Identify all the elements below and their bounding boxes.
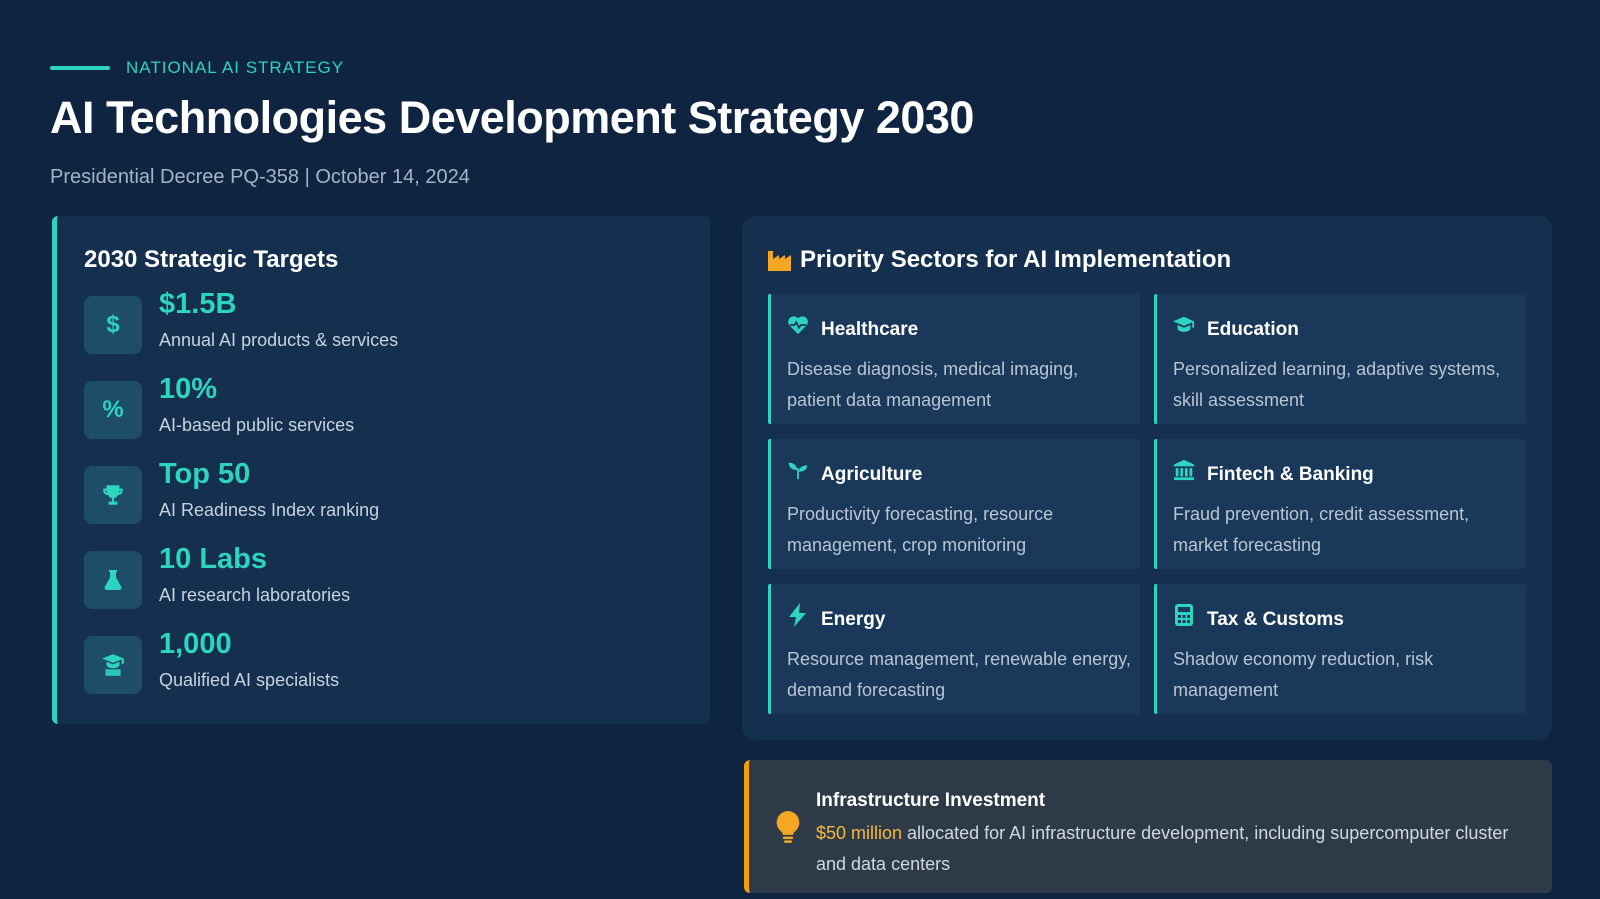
infrastructure-investment-card: Infrastructure Investment $50 million al…: [744, 760, 1552, 893]
priority-sectors-card: Priority Sectors for AI Implementation H…: [742, 216, 1552, 740]
lightbulb-icon: [776, 811, 800, 843]
trophy-icon: [84, 466, 142, 524]
bolt-icon: [787, 603, 809, 627]
target-value: Top 50: [159, 458, 251, 490]
sector-card-education: Education Personalized learning, adaptiv…: [1154, 294, 1526, 424]
sector-description: Disease diagnosis, medical imaging, pati…: [787, 359, 1079, 410]
heart-pulse-icon: [787, 314, 809, 336]
sector-description: Productivity forecasting, resource manag…: [787, 504, 1054, 555]
flask-icon: [84, 551, 142, 609]
page-title: AI Technologies Development Strategy 203…: [50, 92, 974, 143]
infrastructure-text: allocated for AI infrastructure developm…: [816, 823, 1509, 874]
sector-name: Education: [1207, 319, 1299, 340]
industry-icon: [768, 251, 791, 271]
sector-card-tax: Tax & Customs Shadow economy reduction, …: [1154, 584, 1526, 714]
sector-name: Agriculture: [821, 464, 923, 485]
investment-amount: $50 million: [816, 823, 903, 843]
target-label: Annual AI products & services: [159, 330, 399, 350]
target-item-ranking: Top 50 AI Readiness Index ranking: [84, 458, 684, 534]
strategic-targets-card: 2030 Strategic Targets $ $1.5B Annual AI…: [52, 216, 710, 724]
target-item-labs: 10 Labs AI research laboratories: [84, 543, 684, 619]
sector-card-agriculture: Agriculture Productivity forecasting, re…: [768, 439, 1140, 569]
eyebrow-accent-line: [50, 66, 110, 70]
sector-card-healthcare: Healthcare Disease diagnosis, medical im…: [768, 294, 1140, 424]
target-item-specialists: 1,000 Qualified AI specialists: [84, 628, 684, 704]
sector-name: Healthcare: [821, 319, 919, 340]
target-value: 10%: [159, 373, 218, 405]
sector-description: Resource management, renewable energy, d…: [787, 649, 1131, 700]
calculator-icon: [1173, 604, 1195, 626]
sector-description: Personalized learning, adaptive systems,…: [1173, 359, 1501, 410]
seedling-icon: [787, 459, 809, 481]
target-item-public-services: % 10% AI-based public services: [84, 373, 684, 449]
sector-card-energy: Energy Resource management, renewable en…: [768, 584, 1140, 714]
eyebrow-label: NATIONAL AI STRATEGY: [126, 58, 345, 77]
percent-icon: %: [84, 381, 142, 439]
target-value: 1,000: [159, 628, 232, 660]
sector-description: Fraud prevention, credit assessment, mar…: [1173, 504, 1470, 555]
infrastructure-description: $50 million allocated for AI infrastruct…: [816, 818, 1536, 880]
target-label: AI research laboratories: [159, 585, 351, 605]
graduation-cap-icon: [1173, 314, 1195, 336]
graduate-icon: [84, 636, 142, 694]
sector-card-fintech: Fintech & Banking Fraud prevention, cred…: [1154, 439, 1526, 569]
target-label: AI Readiness Index ranking: [159, 500, 380, 520]
target-label: Qualified AI specialists: [159, 670, 340, 690]
target-label: AI-based public services: [159, 415, 355, 435]
eyebrow: NATIONAL AI STRATEGY: [50, 58, 344, 78]
bank-icon: [1173, 459, 1195, 481]
sector-name: Tax & Customs: [1207, 609, 1344, 630]
sector-name: Fintech & Banking: [1207, 464, 1374, 485]
infrastructure-heading: Infrastructure Investment: [816, 790, 1046, 811]
page-subtitle: Presidential Decree PQ-358 | October 14,…: [50, 166, 470, 188]
sectors-heading: Priority Sectors for AI Implementation: [800, 246, 1232, 273]
target-item-revenue: $ $1.5B Annual AI products & services: [84, 288, 684, 364]
sector-description: Shadow economy reduction, risk managemen…: [1173, 649, 1434, 700]
targets-heading: 2030 Strategic Targets: [84, 246, 339, 273]
target-value: $1.5B: [159, 288, 237, 320]
sector-name: Energy: [821, 609, 886, 630]
target-value: 10 Labs: [159, 543, 267, 575]
sectors-heading-row: Priority Sectors for AI Implementation: [768, 246, 1231, 274]
dollar-icon: $: [84, 296, 142, 354]
